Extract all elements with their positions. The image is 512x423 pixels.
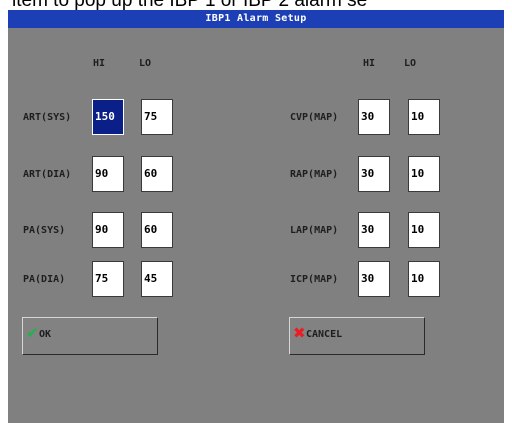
param-label-rap-map: RAP(MAP) bbox=[290, 169, 339, 180]
cancel-button-label: CANCEL bbox=[306, 329, 343, 340]
left-hi-header: HI bbox=[93, 58, 106, 69]
icp-map-hi-field[interactable]: 30 bbox=[358, 261, 390, 297]
art-sys-lo-field[interactable]: 75 bbox=[141, 99, 173, 135]
cancel-button[interactable]: ✖ CANCEL bbox=[289, 317, 425, 355]
dialog-title: IBP1 Alarm Setup bbox=[8, 10, 504, 28]
param-label-art-sys: ART(SYS) bbox=[23, 112, 72, 123]
caption-text: ltem to pop up the IBP 1 or IBP 2 alarm … bbox=[12, 0, 368, 11]
param-label-pa-dia: PA(DIA) bbox=[23, 274, 66, 285]
pa-dia-hi-field[interactable]: 75 bbox=[92, 261, 124, 297]
lap-map-lo-field[interactable]: 10 bbox=[408, 212, 440, 248]
cvp-map-hi-field[interactable]: 30 bbox=[358, 99, 390, 135]
rap-map-lo-field[interactable]: 10 bbox=[408, 156, 440, 192]
ok-button-label: OK bbox=[39, 329, 52, 340]
art-dia-lo-field[interactable]: 60 bbox=[141, 156, 173, 192]
check-icon: ✔ bbox=[26, 324, 39, 342]
art-sys-hi-field[interactable]: 150 bbox=[92, 99, 124, 135]
param-label-icp-map: ICP(MAP) bbox=[290, 274, 339, 285]
param-label-pa-sys: PA(SYS) bbox=[23, 225, 66, 236]
pa-sys-hi-field[interactable]: 90 bbox=[92, 212, 124, 248]
param-label-lap-map: LAP(MAP) bbox=[290, 225, 339, 236]
left-lo-header: LO bbox=[139, 58, 152, 69]
lap-map-hi-field[interactable]: 30 bbox=[358, 212, 390, 248]
cvp-map-lo-field[interactable]: 10 bbox=[408, 99, 440, 135]
ibp-alarm-setup-dialog: IBP1 Alarm Setup HI LO HI LO ART(SYS) 15… bbox=[8, 10, 504, 423]
art-dia-hi-field[interactable]: 90 bbox=[92, 156, 124, 192]
param-label-art-dia: ART(DIA) bbox=[23, 169, 72, 180]
x-icon: ✖ bbox=[293, 324, 306, 342]
right-lo-header: LO bbox=[404, 58, 417, 69]
icp-map-lo-field[interactable]: 10 bbox=[408, 261, 440, 297]
pa-sys-lo-field[interactable]: 60 bbox=[141, 212, 173, 248]
param-label-cvp-map: CVP(MAP) bbox=[290, 112, 339, 123]
ok-button[interactable]: ✔ OK bbox=[22, 317, 158, 355]
right-hi-header: HI bbox=[363, 58, 376, 69]
pa-dia-lo-field[interactable]: 45 bbox=[141, 261, 173, 297]
rap-map-hi-field[interactable]: 30 bbox=[358, 156, 390, 192]
